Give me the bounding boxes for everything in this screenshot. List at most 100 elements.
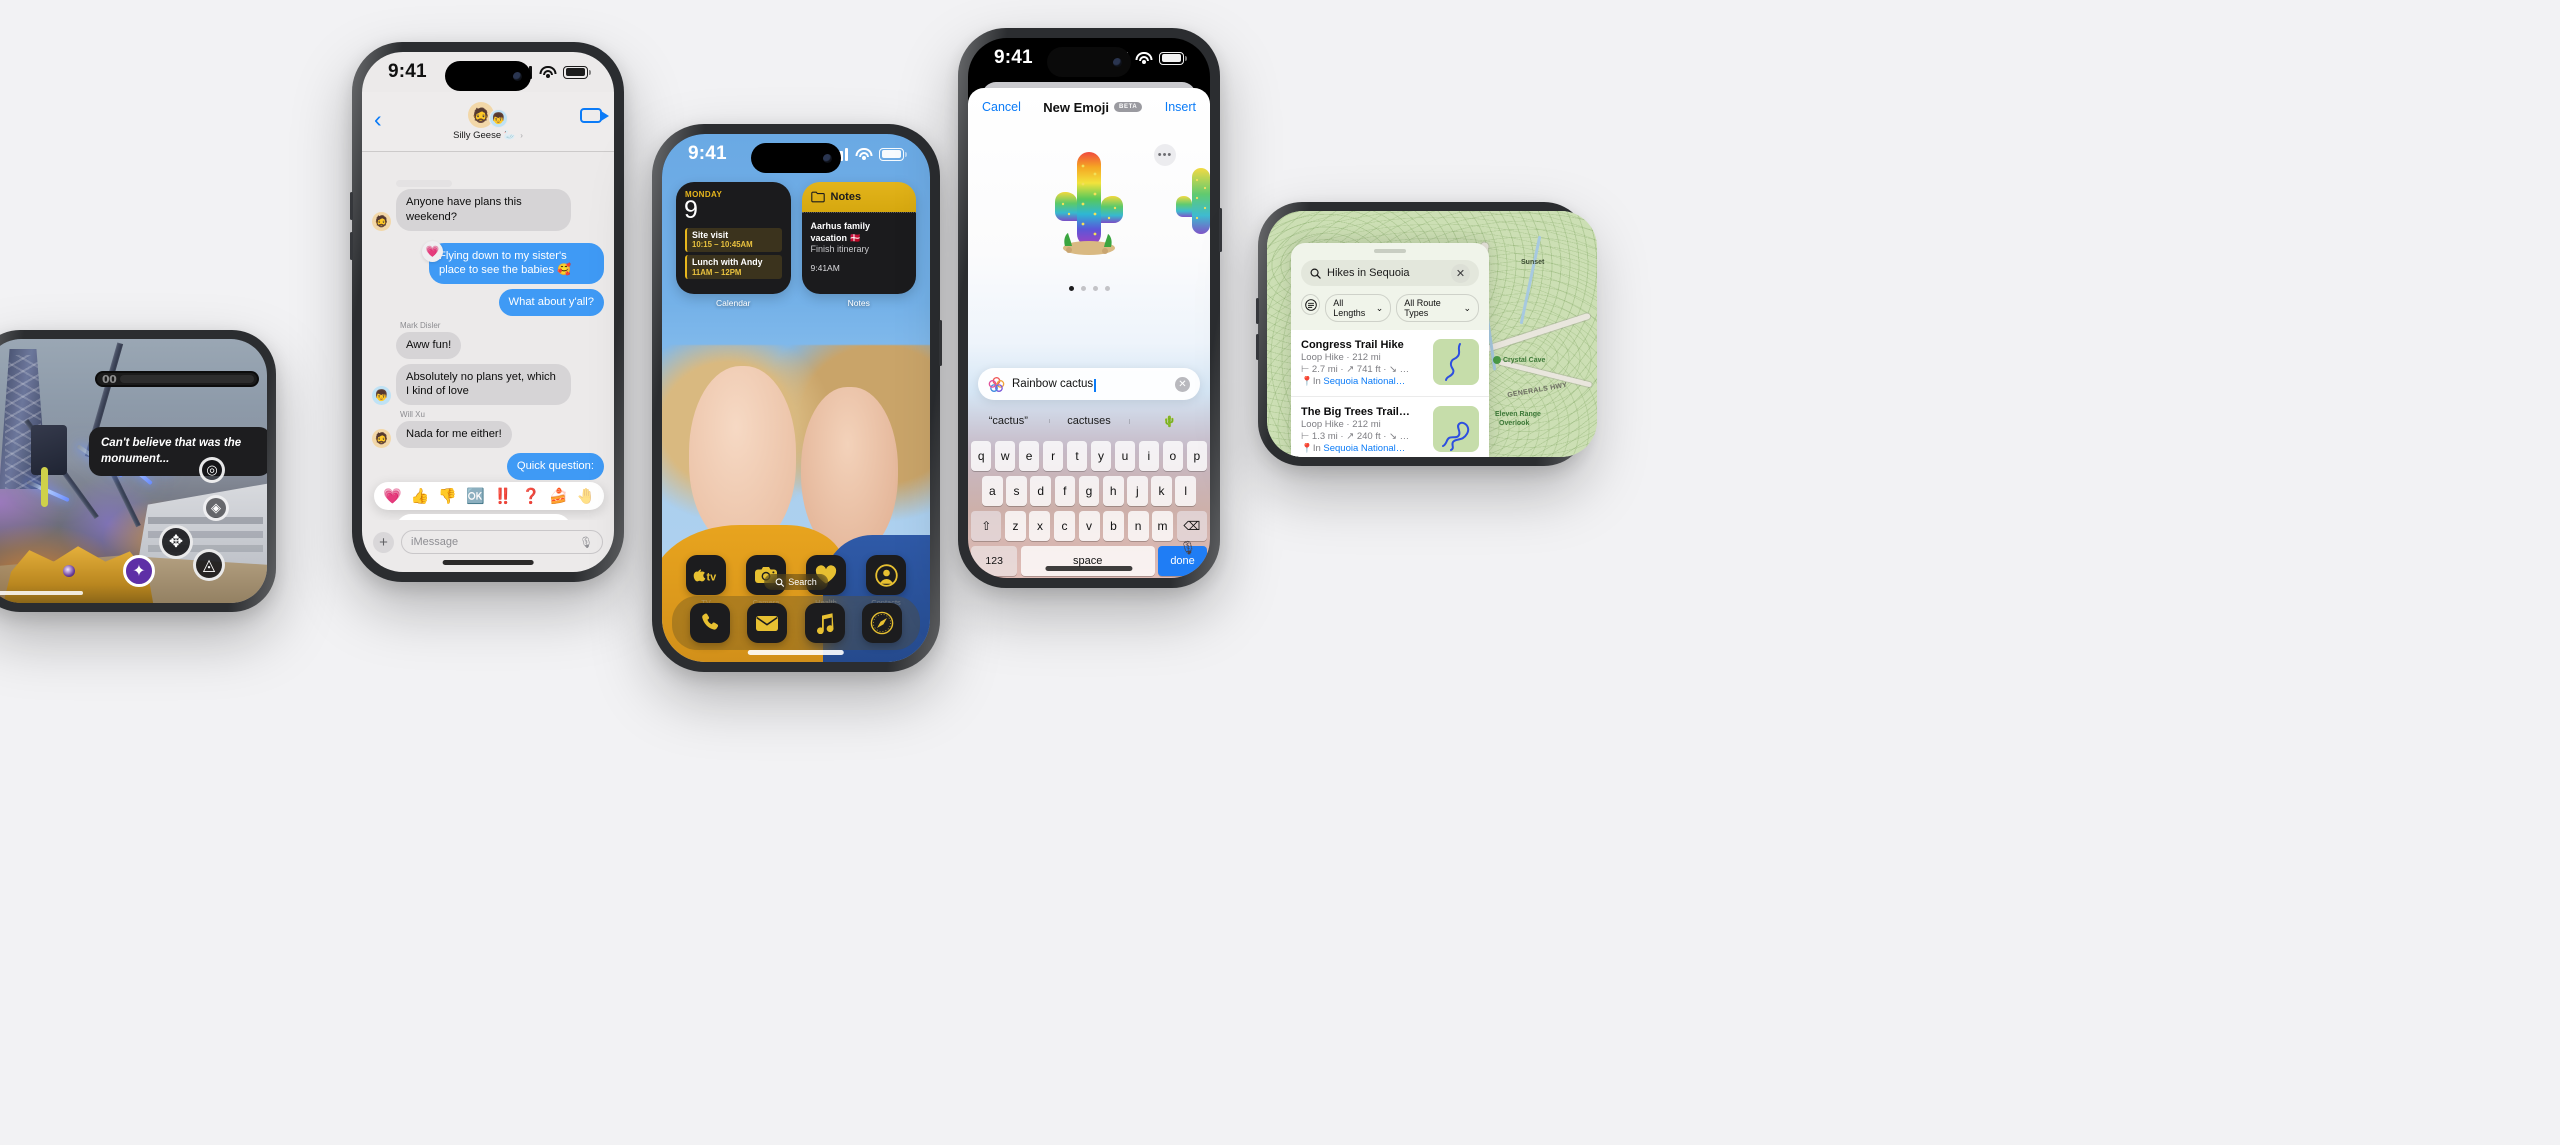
microphone-icon[interactable]: 🎙 — [1179, 540, 1196, 556]
safari-icon[interactable] — [862, 603, 903, 643]
home-screen[interactable]: 9:41 MONDAY 9 Site visit 10:15 – 10:45AM — [662, 134, 930, 662]
tapback-option[interactable]: 💗 — [383, 487, 402, 505]
insert-button[interactable]: Insert — [1165, 100, 1196, 114]
tapback-option[interactable]: 👍 — [411, 487, 430, 505]
add-attachment-icon[interactable]: + — [373, 531, 394, 553]
key-x[interactable]: x — [1029, 511, 1051, 541]
key-e[interactable]: e — [1018, 441, 1040, 471]
all-lengths-filter[interactable]: All Lengths ⌄ — [1325, 294, 1392, 322]
game-screen[interactable]: 00 Can't believe that was the monument..… — [0, 339, 267, 603]
page-dot[interactable] — [1080, 286, 1086, 291]
tapback-option[interactable]: ‼️ — [494, 487, 513, 505]
key-w[interactable]: w — [994, 441, 1016, 471]
key-t[interactable]: t — [1066, 441, 1088, 471]
key-o[interactable]: o — [1162, 441, 1184, 471]
space-key[interactable]: space — [1020, 546, 1155, 576]
power-button[interactable] — [1219, 208, 1222, 252]
volume-up-button[interactable] — [350, 192, 353, 220]
power-button[interactable] — [939, 320, 942, 366]
page-indicator[interactable] — [968, 286, 1210, 291]
message-bubble[interactable]: What about y'all? — [498, 289, 604, 316]
calendar-event[interactable]: Lunch with Andy 11AM – 12PM — [685, 255, 782, 280]
key-q[interactable]: q — [970, 441, 992, 471]
clear-icon[interactable]: ✕ — [1175, 376, 1190, 392]
conversation-header[interactable]: 🧔 👦 Silly Geese 🦢 › — [362, 98, 614, 141]
home-indicator[interactable] — [1045, 566, 1133, 571]
message-bubble[interactable]: Absolutely no plans yet, which I kind of… — [396, 363, 571, 406]
widget-notes[interactable]: Notes Aarhus family vacation 🇩🇰 Finish i… — [801, 182, 916, 294]
map-poi-crystal-cave[interactable] — [1493, 356, 1501, 364]
suggestion-item[interactable]: 🌵 — [1129, 415, 1210, 428]
music-icon[interactable] — [804, 603, 845, 643]
message-bubble[interactable]: Nada for me either! — [396, 421, 512, 449]
page-dot[interactable] — [1092, 286, 1098, 291]
volume-down-button[interactable] — [1256, 334, 1259, 360]
genmoji-screen[interactable]: 9:41 Cancel New Emoji BETA Insert ••• Ra… — [968, 38, 1210, 578]
key-r[interactable]: r — [1042, 441, 1064, 471]
home-indicator[interactable] — [442, 560, 534, 565]
tapback-option[interactable]: ❓ — [521, 487, 540, 505]
widget-calendar[interactable]: MONDAY 9 Site visit 10:15 – 10:45AM Lunc… — [676, 182, 791, 294]
phone-icon[interactable] — [689, 603, 730, 643]
list-item[interactable]: Congress Trail Hike Loop Hike · 212 mi ⊢… — [1291, 330, 1489, 397]
result-location-link[interactable]: Sequoia National… — [1323, 376, 1405, 387]
key-v[interactable]: v — [1078, 511, 1100, 541]
key-h[interactable]: h — [1102, 476, 1124, 506]
dpad-control[interactable]: ◎ — [199, 457, 225, 483]
search-button[interactable]: Search — [764, 574, 828, 590]
microphone-icon[interactable]: 🎙 — [579, 536, 593, 549]
all-route-types-filter[interactable]: All Route Types ⌄ — [1396, 294, 1479, 322]
key-g[interactable]: g — [1078, 476, 1100, 506]
key-p[interactable]: p — [1186, 441, 1208, 471]
genmoji-cactus-main[interactable] — [1043, 146, 1135, 258]
key-m[interactable]: m — [1152, 511, 1174, 541]
close-icon[interactable]: ✕ — [1451, 263, 1470, 283]
imessage-input[interactable]: iMessage 🎙 — [401, 530, 603, 554]
calendar-event[interactable]: Site visit 10:15 – 10:45AM — [685, 227, 782, 253]
key-d[interactable]: d — [1030, 476, 1051, 506]
message-bubble[interactable]: Aww fun! — [396, 331, 462, 359]
messages-screen[interactable]: 9:41 ‹ 🧔 👦 Silly Geese 🦢 › 🧔 Anyone have… — [362, 52, 614, 572]
key-a[interactable]: a — [981, 476, 1003, 506]
result-location-link[interactable]: Sequoia National… — [1323, 443, 1405, 454]
message-thread[interactable]: 🧔 Anyone have plans this weekend? 💗 Flyi… — [362, 164, 614, 520]
page-dot-active[interactable] — [1068, 286, 1074, 291]
target-control[interactable]: ◈ — [203, 495, 229, 521]
suggestion-item[interactable]: “cactus” — [968, 415, 1049, 427]
shield-control[interactable]: ◬ — [193, 549, 225, 581]
key-k[interactable]: k — [1151, 476, 1172, 506]
key-y[interactable]: y — [1090, 441, 1112, 471]
sheet-grabber[interactable] — [1374, 249, 1406, 253]
tapback-option[interactable]: 🍰 — [549, 487, 568, 505]
tapback-heart[interactable]: 💗 — [422, 240, 443, 262]
maps-screen[interactable]: Sunset Crystal Cave GENERALS HWY Eleven … — [1267, 211, 1597, 457]
maps-search-field[interactable]: Hikes in Sequoia ✕ — [1301, 260, 1479, 286]
key-u[interactable]: u — [1114, 441, 1136, 471]
genmoji-cactus-alternate[interactable] — [1170, 164, 1210, 242]
home-indicator[interactable] — [747, 650, 845, 655]
genmoji-prompt-field[interactable]: Rainbow cactus ✕ — [978, 368, 1200, 400]
mail-icon[interactable] — [747, 603, 788, 643]
key-c[interactable]: c — [1053, 511, 1075, 541]
tapback-picker[interactable]: 💗 👍 👎 🆗 ‼️ ❓ 🍰 🤚 — [374, 481, 604, 510]
message-bubble[interactable]: Flying down to my sister's place to see … — [429, 242, 604, 285]
volume-up-button[interactable] — [1256, 298, 1259, 324]
tapback-option[interactable]: 👎 — [438, 487, 457, 505]
key-j[interactable]: j — [1127, 476, 1148, 506]
key-s[interactable]: s — [1006, 476, 1027, 506]
tapback-option[interactable]: 🆗 — [466, 487, 485, 505]
page-dot[interactable] — [1104, 286, 1110, 291]
list-icon[interactable] — [1301, 294, 1321, 315]
ellipsis-icon[interactable]: ••• — [1154, 144, 1176, 166]
key-i[interactable]: i — [1138, 441, 1160, 471]
shift-key[interactable]: ⇧ — [970, 511, 1002, 541]
delete-key[interactable]: ⌫ — [1176, 511, 1208, 541]
numbers-key[interactable]: 123 — [971, 546, 1018, 576]
suggestion-item[interactable]: cactuses — [1048, 415, 1130, 427]
key-z[interactable]: z — [1004, 511, 1026, 541]
list-item[interactable]: The Big Trees Trail… Loop Hike · 212 mi … — [1291, 397, 1489, 457]
key-b[interactable]: b — [1103, 511, 1125, 541]
key-n[interactable]: n — [1127, 511, 1149, 541]
message-bubble[interactable]: Anyone have plans this weekend? — [396, 189, 571, 231]
tapback-option[interactable]: 🤚 — [577, 487, 596, 505]
